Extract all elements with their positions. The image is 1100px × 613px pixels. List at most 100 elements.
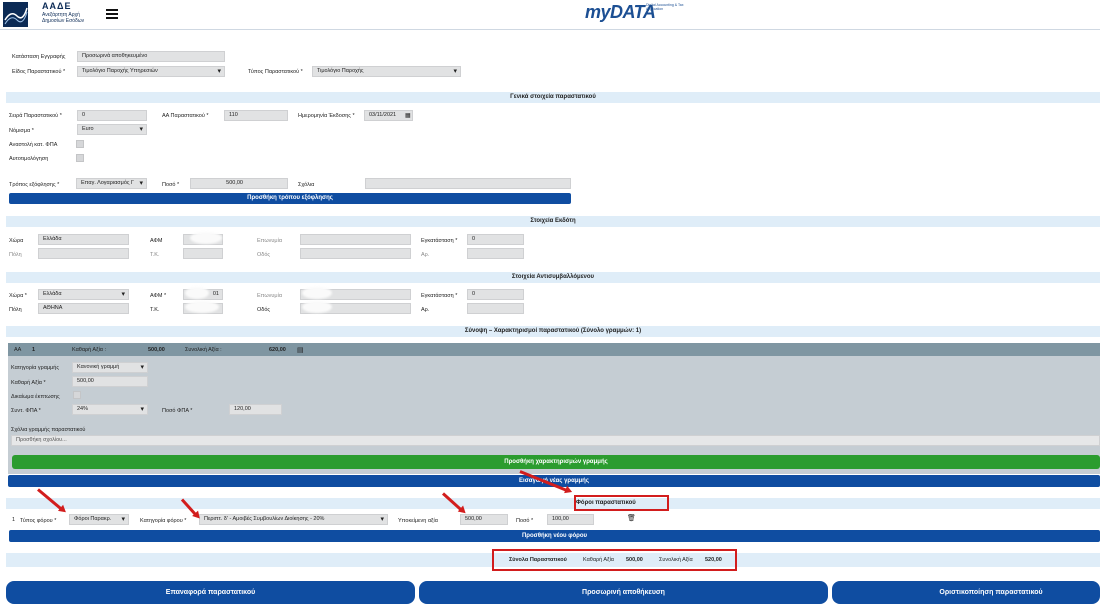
mydata-tagline: Digital Accounting & Tax Application [646,3,684,11]
doc-kind-select[interactable]: Τιμολόγιο Παροχής Υπηρεσιών [77,66,225,77]
vat-suspend-label: Αναστολή κατ. ΦΠΑ [9,142,58,148]
vat-suspend-checkbox[interactable] [76,140,84,148]
issuer-country-label: Χώρα [9,238,24,244]
cp-street-redaction [302,301,332,313]
line-net-label-text: Καθαρή Αξία [11,380,42,386]
agency-abbr: ΑΑΔΕ [42,1,72,11]
issuer-section-title: Στοιχεία Εκδότη [6,216,1100,227]
vat-cat-select[interactable]: 24% [72,404,148,415]
date-label: Ημερομηνία Έκδοσης * [298,113,355,119]
vat-cat-label-text: Συντ. ΦΠΑ [11,408,38,414]
mydata-logo-my: my [585,2,611,22]
self-invoice-label: Αυτοτιμολόγηση [9,156,49,162]
self-invoice-checkbox[interactable] [76,154,84,162]
cp-tk-redaction [185,301,219,313]
issuer-street-field [300,248,411,259]
cp-name-redaction [302,287,332,299]
issuer-name-label: Επωνυμία [257,238,283,244]
cp-branch-field[interactable]: 0 [467,289,524,300]
line-item-header[interactable] [8,343,1100,356]
totals-highlight [492,549,737,571]
tax-amount-label-text: Ποσό [516,518,530,524]
cp-number-label: Αρ. [421,307,430,313]
tax-type-label-text: Τύπος φόρου [20,518,53,524]
cp-number-field[interactable] [467,303,524,314]
aade-logo[interactable] [3,2,28,27]
agency-name: Ανεξάρτητη Αρχή Δημοσίων Εσόδων [42,12,85,24]
vat-amount-label-text: Ποσό ΦΠΑ [162,408,189,414]
aa-field[interactable]: 110 [224,110,288,121]
restore-button[interactable]: Επαναφορά παραστατικού [6,581,415,604]
series-label-text: Σειρά Παραστατικού [9,113,59,119]
finalize-button[interactable]: Οριστικοποίηση παραστατικού [832,581,1100,604]
add-classification-button[interactable]: Προσθήκη χαρακτηρισμών γραμμής [12,455,1100,469]
deduct-label: Δικαίωμα έκπτωσης [11,394,60,400]
line-net-field[interactable]: 500,00 [72,376,148,387]
status-field: Προσωρινά αποθηκευμένο [77,51,225,62]
tax-amount-field[interactable]: 100,00 [547,514,594,525]
currency-label-text: Νόμισμα [9,128,31,134]
trash-icon[interactable]: 🗑 [627,514,636,522]
payment-select[interactable]: Επαγ. Λογαριασμός Γ [76,178,147,189]
cp-street-label: Οδός [257,307,271,313]
summary-section-title: Σύνοψη – Χαρακτηρισμοί παραστατικού (Σύν… [6,326,1100,337]
cp-city-label: Πόλη [9,307,22,313]
line-comments-input[interactable]: Προσθήκη σχολίου... [11,435,1100,446]
comments-field[interactable] [365,178,571,189]
currency-select[interactable]: Euro [77,124,147,135]
tax-base-field[interactable]: 500,00 [460,514,508,525]
add-payment-button[interactable]: Προσθήκη τρόπου εξόφλησης [9,193,571,204]
issuer-branch-field[interactable]: 0 [467,234,524,245]
cp-country-select[interactable]: Ελλάδα [38,289,129,300]
doc-kind-label: Είδος Παραστατικού * [12,69,66,75]
calculator-icon[interactable]: ▤ [297,346,304,354]
payment-amount-field[interactable]: 500,00 [190,178,288,189]
hamburger-menu-icon[interactable] [106,9,118,19]
doc-type-select[interactable]: Τιμολόγιο Παροχής [312,66,461,77]
tax-type-select[interactable]: Φόροι Παρακρ. [69,514,129,525]
cp-afm-label: ΑΦΜ * [150,293,167,299]
date-label-text: Ημερομηνία Έκδοσης [298,113,351,119]
series-field[interactable]: 0 [77,110,147,121]
calendar-icon[interactable]: ▦ [405,112,411,119]
tax-row-index: 1 [12,517,16,523]
cp-country-label: Χώρα * [9,293,27,299]
aa-label-text: ΑΑ Παραστατικού [162,113,205,119]
issuer-number-label: Αρ. [421,252,430,258]
tax-amount-label: Ποσό * [516,518,534,524]
series-label: Σειρά Παραστατικού * [9,113,62,119]
issuer-tk-label: Τ.Κ. [150,252,160,258]
cp-afm-label-text: ΑΦΜ [150,293,163,299]
cp-tk-label: Τ.Κ. [150,307,160,313]
tax-cat-select[interactable]: Περιπτ. δ' - Αμοιβές Συμβουλίων Διοίκηση… [199,514,388,525]
vat-amount-label: Ποσό ΦΠΑ * [162,408,193,414]
logo-wave-icon [4,7,28,25]
issuer-street-label: Οδός [257,252,271,258]
aa-label: ΑΑ Παραστατικού * [162,113,209,119]
vat-amount-field[interactable]: 120,00 [229,404,282,415]
taxes-section-band [6,498,1100,509]
comments-label: Σχόλια [298,182,315,188]
issuer-country-field: Ελλάδα [38,234,129,245]
tax-base-label: Υποκείμενη αξία [398,518,438,524]
payment-amount-label: Ποσό * [162,182,180,188]
currency-label: Νόμισμα * [9,128,34,134]
add-tax-button[interactable]: Προσθήκη νέου φόρου [9,530,1100,542]
issuer-afm-redaction [190,232,222,244]
deduct-checkbox[interactable] [73,391,81,399]
temp-save-button[interactable]: Προσωρινή αποθήκευση [419,581,828,604]
issuer-branch-label-text: Εγκατάσταση [421,238,454,244]
line-category-select[interactable]: Κανονική γραμμή [72,362,148,373]
doc-kind-label-text: Είδος Παραστατικού [12,69,62,75]
mydata-logo[interactable]: myDATA [585,2,656,23]
line-net-header-label: Καθαρή Αξία : [72,347,107,353]
tax-cat-label: Κατηγορία φόρου * [140,518,187,524]
cp-country-label-text: Χώρα [9,293,24,299]
cp-city-field[interactable]: ΑΘΗΝΑ [38,303,129,314]
line-comments-label: Σχόλια γραμμής παραστατικού [11,427,86,433]
payment-label-text: Τρόπος εξόφλησης [9,182,56,188]
cp-afm-redaction [185,287,209,299]
status-label: Κατάσταση Εγγραφής [12,54,66,60]
issuer-afm-label: ΑΦΜ [150,238,163,244]
line-net-header-value: 500,00 [148,347,165,353]
